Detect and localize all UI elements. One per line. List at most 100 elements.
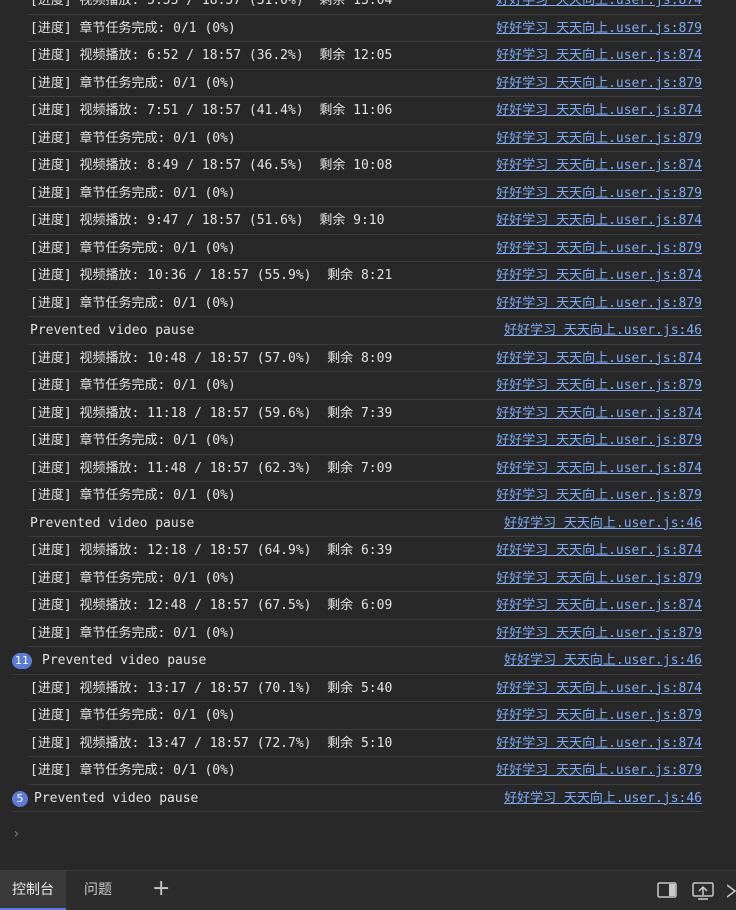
console-message: [进度] 视频播放: 10:36 / 18:57 (55.9%) 剩余 8:21 (30, 268, 393, 283)
console-log-row: [进度] 章节任务完成: 0/1 (0%) 好好学习 天天向上.user.js:8… (28, 757, 702, 785)
source-link[interactable]: 好好学习 天天向上.user.js:874 (496, 730, 702, 757)
console-message: [进度] 章节任务完成: 0/1 (0%) (30, 625, 236, 641)
source-link[interactable]: 好好学习 天天向上.user.js:874 (496, 0, 702, 14)
source-link[interactable]: 好好学习 天天向上.user.js:879 (496, 620, 702, 647)
console-log-row: [进度] 视频播放: 13:17 / 18:57 (70.1%) 剩余 5:40… (28, 675, 702, 702)
console-message: [进度] 章节任务完成: 0/1 (0%) (30, 570, 236, 586)
console-message: [进度] 视频播放: 5:53 / 18:57 (31.0%) 剩余 13:04 (30, 0, 393, 8)
console-message: Prevented video pause (42, 653, 207, 668)
tab-issues[interactable]: 问题 (72, 871, 124, 910)
screenshot-icon[interactable] (692, 882, 714, 904)
console-panel: [进度] 视频播放: 5:53 / 18:57 (31.0%) 剩余 13:04… (0, 0, 736, 870)
source-link[interactable]: 好好学习 天天向上.user.js:46 (504, 785, 702, 812)
dock-side-icon[interactable] (657, 882, 677, 902)
console-log-row: [进度] 章节任务完成: 0/1 (0%) 好好学习 天天向上.user.js:8… (28, 702, 702, 730)
source-link[interactable]: 好好学习 天天向上.user.js:874 (496, 455, 702, 482)
source-link[interactable]: 好好学习 天天向上.user.js:879 (496, 372, 702, 399)
console-message: [进度] 视频播放: 13:17 / 18:57 (70.1%) 剩余 5:40 (30, 680, 393, 696)
console-log-row: [进度] 章节任务完成: 0/1 (0%) 好好学习 天天向上.user.js:8… (28, 235, 702, 262)
source-link[interactable]: 好好学习 天天向上.user.js:46 (504, 510, 702, 537)
console-log: [进度] 视频播放: 5:53 / 18:57 (31.0%) 剩余 13:04… (0, 0, 736, 812)
source-link[interactable]: 好好学习 天天向上.user.js:874 (496, 345, 702, 372)
console-log-row: [进度] 视频播放: 7:51 / 18:57 (41.4%) 剩余 11:06… (28, 97, 702, 125)
console-message: [进度] 章节任务完成: 0/1 (0%) (30, 20, 236, 36)
console-log-row: [进度] 章节任务完成: 0/1 (0%) 好好学习 天天向上.user.js:8… (28, 620, 702, 647)
source-link[interactable]: 好好学习 天天向上.user.js:874 (496, 675, 702, 702)
source-link[interactable]: 好好学习 天天向上.user.js:874 (496, 207, 702, 234)
console-log-row: [进度] 章节任务完成: 0/1 (0%) 好好学习 天天向上.user.js:8… (28, 70, 702, 97)
console-log-row: [进度] 章节任务完成: 0/1 (0%) 好好学习 天天向上.user.js:8… (28, 565, 702, 592)
source-link[interactable]: 好好学习 天天向上.user.js:879 (496, 180, 702, 207)
console-info-row: 5 Prevented video pause 好好学习 天天向上.user.js:… (12, 785, 702, 812)
console-log-row: [进度] 视频播放: 8:49 / 18:57 (46.5%) 剩余 10:08… (28, 152, 702, 180)
source-link[interactable]: 好好学习 天天向上.user.js:46 (504, 647, 702, 674)
console-message: [进度] 章节任务完成: 0/1 (0%) (30, 295, 236, 311)
console-message: [进度] 视频播放: 11:18 / 18:57 (59.6%) 剩余 7:39 (30, 405, 393, 421)
console-message: [进度] 章节任务完成: 0/1 (0%) (30, 378, 236, 393)
console-log-row: [进度] 视频播放: 12:18 / 18:57 (64.9%) 剩余 6:39… (28, 537, 702, 565)
console-log-row: [进度] 视频播放: 11:18 / 18:57 (59.6%) 剩余 7:39… (28, 400, 702, 427)
console-message: [进度] 章节任务完成: 0/1 (0%) (30, 763, 236, 778)
source-link[interactable]: 好好学习 天天向上.user.js:874 (496, 42, 702, 69)
source-link[interactable]: 好好学习 天天向上.user.js:874 (496, 537, 702, 564)
source-link[interactable]: 好好学习 天天向上.user.js:879 (496, 15, 702, 42)
console-info-row: Prevented video pause 好好学习 天天向上.user.js:4… (28, 317, 702, 345)
console-log-row: [进度] 章节任务完成: 0/1 (0%) 好好学习 天天向上.user.js:8… (28, 15, 702, 42)
console-info-row: Prevented video pause 好好学习 天天向上.user.js:4… (28, 510, 702, 537)
source-link[interactable]: 好好学习 天天向上.user.js:879 (496, 70, 702, 97)
console-message: [进度] 章节任务完成: 0/1 (0%) (30, 130, 236, 146)
source-link[interactable]: 好好学习 天天向上.user.js:879 (496, 757, 702, 784)
source-link[interactable]: 好好学习 天天向上.user.js:879 (496, 427, 702, 454)
console-message: [进度] 视频播放: 12:48 / 18:57 (67.5%) 剩余 6:09 (30, 598, 393, 613)
console-log-row: [进度] 章节任务完成: 0/1 (0%) 好好学习 天天向上.user.js:8… (28, 482, 702, 510)
source-link[interactable]: 好好学习 天天向上.user.js:879 (496, 565, 702, 592)
source-link[interactable]: 好好学习 天天向上.user.js:879 (496, 702, 702, 729)
console-log-row: [进度] 章节任务完成: 0/1 (0%) 好好学习 天天向上.user.js:8… (28, 125, 702, 152)
source-link[interactable]: 好好学习 天天向上.user.js:874 (496, 400, 702, 427)
source-link[interactable]: 好好学习 天天向上.user.js:46 (504, 317, 702, 344)
console-log-row: [进度] 视频播放: 6:52 / 18:57 (36.2%) 剩余 12:05… (28, 42, 702, 70)
console-message: Prevented video pause (34, 790, 199, 806)
console-log-row: [进度] 视频播放: 10:36 / 18:57 (55.9%) 剩余 8:21… (28, 262, 702, 290)
console-log-row: [进度] 视频播放: 12:48 / 18:57 (67.5%) 剩余 6:09… (28, 592, 702, 620)
add-tab-button[interactable]: + (152, 876, 170, 901)
console-message: [进度] 视频播放: 9:47 / 18:57 (51.6%) 剩余 9:10 (30, 213, 385, 228)
source-link[interactable]: 好好学习 天天向上.user.js:879 (496, 482, 702, 509)
source-link[interactable]: 好好学习 天天向上.user.js:879 (496, 235, 702, 262)
source-link[interactable]: 好好学习 天天向上.user.js:879 (496, 125, 702, 152)
console-message: [进度] 章节任务完成: 0/1 (0%) (30, 75, 236, 91)
console-log-row: [进度] 视频播放: 11:48 / 18:57 (62.3%) 剩余 7:09… (28, 455, 702, 482)
console-log-row: [进度] 视频播放: 10:48 / 18:57 (57.0%) 剩余 8:09… (28, 345, 702, 372)
console-message: [进度] 视频播放: 12:18 / 18:57 (64.9%) 剩余 6:39 (30, 543, 393, 558)
console-info-row: 11 Prevented video pause 好好学习 天天向上.user.js… (12, 647, 702, 675)
console-message: Prevented video pause (30, 323, 195, 338)
console-log-row: [进度] 视频播放: 5:53 / 18:57 (31.0%) 剩余 13:04… (28, 0, 702, 15)
source-link[interactable]: 好好学习 天天向上.user.js:874 (496, 97, 702, 124)
console-message: [进度] 章节任务完成: 0/1 (0%) (30, 708, 236, 723)
console-log-row: [进度] 章节任务完成: 0/1 (0%) 好好学习 天天向上.user.js:8… (28, 427, 702, 455)
console-message: [进度] 视频播放: 13:47 / 18:57 (72.7%) 剩余 5:10 (30, 735, 393, 751)
console-message: [进度] 视频播放: 7:51 / 18:57 (41.4%) 剩余 11:06 (30, 103, 393, 118)
repeat-count-badge: 5 (12, 790, 28, 807)
console-log-row: [进度] 章节任务完成: 0/1 (0%) 好好学习 天天向上.user.js:8… (28, 290, 702, 317)
console-message: [进度] 视频播放: 11:48 / 18:57 (62.3%) 剩余 7:09 (30, 460, 393, 476)
tab-console[interactable]: 控制台 (0, 871, 66, 910)
console-message: [进度] 章节任务完成: 0/1 (0%) (30, 240, 236, 256)
console-message: [进度] 视频播放: 10:48 / 18:57 (57.0%) 剩余 8:09 (30, 350, 393, 366)
console-message: [进度] 章节任务完成: 0/1 (0%) (30, 488, 236, 503)
source-link[interactable]: 好好学习 天天向上.user.js:874 (496, 152, 702, 179)
console-prompt[interactable]: › (12, 826, 20, 842)
source-link[interactable]: 好好学习 天天向上.user.js:879 (496, 290, 702, 317)
source-link[interactable]: 好好学习 天天向上.user.js:874 (496, 262, 702, 289)
console-log-row: [进度] 视频播放: 9:47 / 18:57 (51.6%) 剩余 9:10 好… (28, 207, 702, 235)
console-log-row: [进度] 视频播放: 13:47 / 18:57 (72.7%) 剩余 5:10… (28, 730, 702, 757)
console-message: [进度] 章节任务完成: 0/1 (0%) (30, 433, 236, 448)
drawer-tabbar: 控制台 问题 + (0, 870, 736, 910)
close-icon[interactable] (726, 883, 736, 903)
repeat-count-badge: 11 (12, 653, 32, 669)
console-log-row: [进度] 章节任务完成: 0/1 (0%) 好好学习 天天向上.user.js:8… (28, 372, 702, 400)
source-link[interactable]: 好好学习 天天向上.user.js:874 (496, 592, 702, 619)
console-message: Prevented video pause (30, 515, 195, 531)
console-log-row: [进度] 章节任务完成: 0/1 (0%) 好好学习 天天向上.user.js:8… (28, 180, 702, 207)
console-message: [进度] 视频播放: 6:52 / 18:57 (36.2%) 剩余 12:05 (30, 48, 393, 63)
